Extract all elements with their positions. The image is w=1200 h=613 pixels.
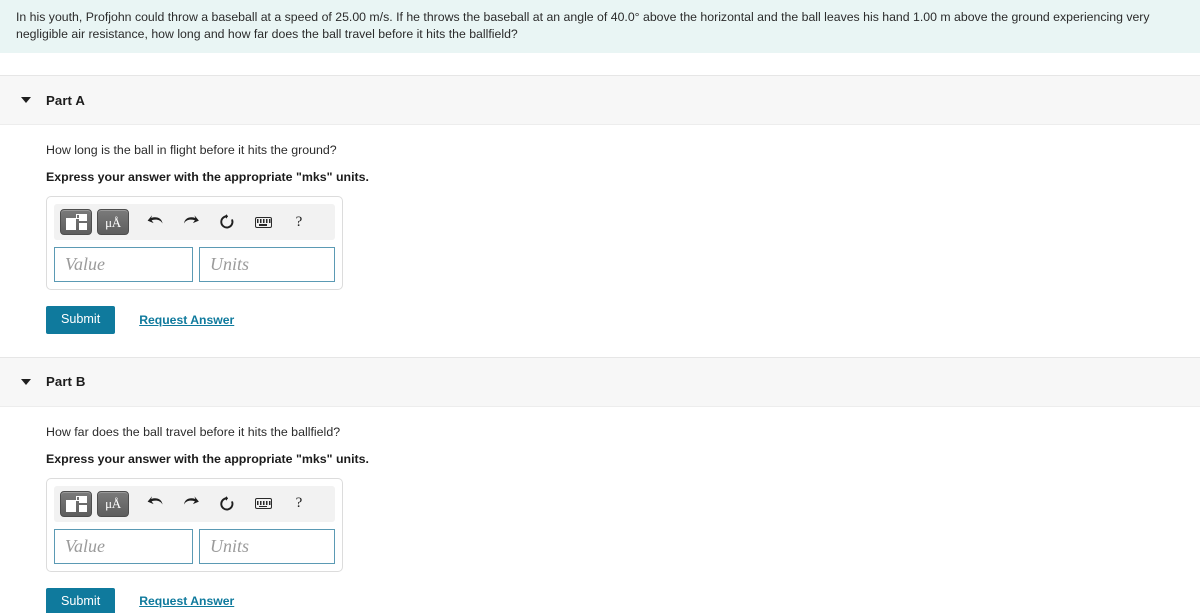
units-button-label: μÅ	[105, 496, 121, 512]
reset-icon[interactable]	[212, 491, 242, 517]
part-a-submit-button[interactable]: Submit	[46, 306, 116, 334]
redo-icon[interactable]	[176, 491, 206, 517]
part-a-spacer	[0, 334, 1200, 357]
help-icon[interactable]: ?	[284, 209, 314, 235]
part-a-question: How long is the ball in flight before it…	[46, 143, 337, 157]
micro-angstrom-units-icon[interactable]: μÅ	[97, 490, 129, 517]
reset-glyph	[220, 495, 234, 510]
banner-spacer	[0, 53, 1200, 75]
redo-glyph	[183, 496, 199, 505]
part-a-inputs: Value Units	[54, 247, 335, 282]
part-b-title: Part B	[46, 374, 86, 390]
part-b-body: How far does the ball travel before it h…	[0, 407, 1200, 613]
keyboard-glyph	[254, 498, 272, 510]
reset-glyph	[220, 214, 234, 229]
part-b-value-input[interactable]: Value	[54, 528, 193, 564]
undo-icon[interactable]	[140, 209, 170, 235]
keyboard-icon[interactable]	[248, 491, 278, 517]
redo-icon[interactable]	[176, 209, 206, 235]
math-template-glyph	[65, 214, 87, 230]
part-a-body: How long is the ball in flight before it…	[0, 125, 1200, 334]
problem-statement-banner: In his youth, Profjohn could throw a bas…	[0, 0, 1200, 53]
part-b-submit-button[interactable]: Submit	[46, 587, 116, 613]
help-label: ?	[295, 495, 303, 512]
math-template-glyph	[65, 495, 87, 512]
reset-icon[interactable]	[212, 209, 242, 235]
undo-glyph	[147, 214, 162, 223]
part-b-request-answer-link[interactable]: Request Answer	[139, 594, 234, 608]
part-b-header[interactable]: Part B	[0, 356, 1200, 407]
part-a-instruction: Express your answer with the appropriate…	[46, 170, 369, 184]
part-b-question: How far does the ball travel before it h…	[46, 424, 341, 439]
part-b-answer-box: μÅ ? Value Units	[46, 477, 343, 572]
part-b-actions: Submit Request Answer	[46, 587, 1200, 613]
keyboard-icon[interactable]	[248, 209, 278, 235]
part-section-b: Part B How far does the ball travel befo…	[0, 356, 1200, 613]
part-a-answer-toolbar: μÅ ?	[54, 204, 335, 240]
problem-statement-text: In his youth, Profjohn could throw a bas…	[16, 10, 1150, 41]
chevron-down-icon[interactable]	[21, 97, 31, 103]
help-label: ?	[295, 213, 303, 230]
part-a-value-input[interactable]: Value	[54, 247, 193, 282]
part-a-title: Part A	[46, 92, 85, 108]
part-a-header[interactable]: Part A	[0, 75, 1200, 125]
math-template-icon[interactable]	[60, 209, 92, 235]
part-a-units-input[interactable]: Units	[199, 247, 335, 282]
keyboard-glyph	[254, 216, 272, 228]
part-b-units-input[interactable]: Units	[199, 528, 335, 564]
part-a-actions: Submit Request Answer	[46, 306, 1200, 334]
micro-angstrom-units-icon[interactable]: μÅ	[97, 209, 129, 235]
part-section-a: Part A How long is the ball in flight be…	[0, 75, 1200, 334]
undo-glyph	[147, 496, 162, 505]
chevron-down-icon[interactable]	[21, 378, 31, 385]
units-button-label: μÅ	[105, 214, 121, 230]
part-b-inputs: Value Units	[54, 528, 335, 564]
undo-icon[interactable]	[140, 491, 170, 517]
part-b-instruction: Express your answer with the appropriate…	[46, 451, 369, 466]
part-b-answer-toolbar: μÅ ?	[54, 485, 335, 522]
math-template-icon[interactable]	[60, 490, 92, 517]
part-a-request-answer-link[interactable]: Request Answer	[139, 313, 234, 327]
redo-glyph	[183, 214, 199, 223]
help-icon[interactable]: ?	[284, 491, 314, 517]
part-a-answer-box: μÅ ? Value Units	[46, 196, 343, 290]
